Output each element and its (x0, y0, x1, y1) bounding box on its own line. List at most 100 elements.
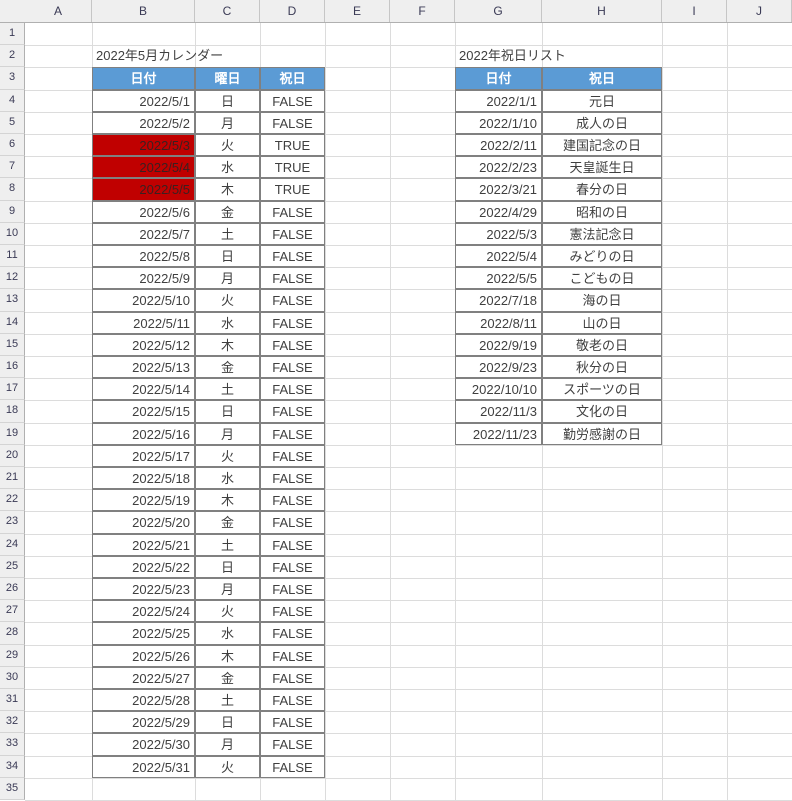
calendar-weekday-cell[interactable]: 火 (195, 600, 260, 623)
holiday-name-cell[interactable]: 天皇誕生日 (542, 156, 662, 179)
holiday-name-cell[interactable]: スポーツの日 (542, 378, 662, 401)
row-header-12[interactable]: 12 (0, 267, 25, 290)
calendar-holiday-flag-cell[interactable]: FALSE (260, 356, 325, 379)
holiday-name-cell[interactable]: 元日 (542, 89, 662, 112)
holiday-name-cell[interactable]: 勤労感謝の日 (542, 422, 662, 445)
row-header-5[interactable]: 5 (0, 111, 25, 134)
calendar-weekday-cell[interactable]: 木 (195, 489, 260, 512)
holiday-list-title[interactable]: 2022年祝日リスト (455, 45, 662, 67)
calendar-weekday-cell[interactable]: 火 (195, 134, 260, 157)
row-header-28[interactable]: 28 (0, 622, 25, 645)
calendar-weekday-cell[interactable]: 日 (195, 555, 260, 578)
column-header-i[interactable]: I (662, 0, 727, 22)
holiday-header-name[interactable]: 祝日 (542, 67, 662, 90)
calendar-holiday-flag-cell[interactable]: FALSE (260, 289, 325, 312)
calendar-holiday-flag-cell[interactable]: FALSE (260, 267, 325, 290)
holiday-header-date[interactable]: 日付 (455, 67, 542, 90)
calendar-weekday-cell[interactable]: 月 (195, 733, 260, 756)
calendar-weekday-cell[interactable]: 水 (195, 622, 260, 645)
row-header-26[interactable]: 26 (0, 578, 25, 601)
calendar-date-cell[interactable]: 2022/5/21 (92, 533, 195, 556)
row-header-6[interactable]: 6 (0, 134, 25, 157)
row-header-14[interactable]: 14 (0, 311, 25, 334)
column-header-a[interactable]: A (25, 0, 92, 22)
calendar-weekday-cell[interactable]: 水 (195, 156, 260, 179)
calendar-holiday-flag-cell[interactable]: FALSE (260, 467, 325, 490)
holiday-name-cell[interactable]: こどもの日 (542, 267, 662, 290)
calendar-date-cell[interactable]: 2022/5/11 (92, 311, 195, 334)
holiday-name-cell[interactable]: 秋分の日 (542, 356, 662, 379)
calendar-date-cell[interactable]: 2022/5/28 (92, 689, 195, 712)
calendar-weekday-cell[interactable]: 日 (195, 711, 260, 734)
calendar-date-cell[interactable]: 2022/5/5 (92, 178, 195, 201)
calendar-header-date[interactable]: 日付 (92, 67, 195, 90)
calendar-date-cell[interactable]: 2022/5/23 (92, 578, 195, 601)
calendar-date-cell[interactable]: 2022/5/29 (92, 711, 195, 734)
row-header-24[interactable]: 24 (0, 533, 25, 556)
calendar-date-cell[interactable]: 2022/5/13 (92, 356, 195, 379)
calendar-date-cell[interactable]: 2022/5/7 (92, 222, 195, 245)
holiday-date-cell[interactable]: 2022/7/18 (455, 289, 542, 312)
row-header-3[interactable]: 3 (0, 67, 25, 90)
calendar-date-cell[interactable]: 2022/5/27 (92, 666, 195, 689)
column-header-g[interactable]: G (455, 0, 542, 22)
holiday-name-cell[interactable]: 山の日 (542, 311, 662, 334)
column-header-c[interactable]: C (195, 0, 260, 22)
calendar-date-cell[interactable]: 2022/5/3 (92, 134, 195, 157)
calendar-holiday-flag-cell[interactable]: FALSE (260, 622, 325, 645)
holiday-date-cell[interactable]: 2022/5/3 (455, 222, 542, 245)
calendar-date-cell[interactable]: 2022/5/31 (92, 755, 195, 778)
row-header-23[interactable]: 23 (0, 511, 25, 534)
calendar-date-cell[interactable]: 2022/5/18 (92, 467, 195, 490)
calendar-holiday-flag-cell[interactable]: TRUE (260, 134, 325, 157)
calendar-weekday-cell[interactable]: 月 (195, 578, 260, 601)
calendar-holiday-flag-cell[interactable]: FALSE (260, 489, 325, 512)
calendar-weekday-cell[interactable]: 水 (195, 467, 260, 490)
calendar-holiday-flag-cell[interactable]: FALSE (260, 200, 325, 223)
row-header-27[interactable]: 27 (0, 600, 25, 623)
calendar-weekday-cell[interactable]: 月 (195, 111, 260, 134)
row-header-16[interactable]: 16 (0, 356, 25, 379)
calendar-holiday-flag-cell[interactable]: FALSE (260, 511, 325, 534)
calendar-weekday-cell[interactable]: 土 (195, 378, 260, 401)
row-header-13[interactable]: 13 (0, 289, 25, 312)
calendar-holiday-flag-cell[interactable]: FALSE (260, 666, 325, 689)
row-header-33[interactable]: 33 (0, 733, 25, 756)
calendar-weekday-cell[interactable]: 月 (195, 422, 260, 445)
calendar-holiday-flag-cell[interactable]: TRUE (260, 178, 325, 201)
calendar-date-cell[interactable]: 2022/5/6 (92, 200, 195, 223)
calendar-weekday-cell[interactable]: 木 (195, 333, 260, 356)
row-header-31[interactable]: 31 (0, 689, 25, 712)
row-header-11[interactable]: 11 (0, 245, 25, 268)
row-header-15[interactable]: 15 (0, 333, 25, 356)
calendar-weekday-cell[interactable]: 木 (195, 644, 260, 667)
calendar-date-cell[interactable]: 2022/5/4 (92, 156, 195, 179)
calendar-holiday-flag-cell[interactable]: FALSE (260, 644, 325, 667)
column-header-e[interactable]: E (325, 0, 390, 22)
calendar-date-cell[interactable]: 2022/5/16 (92, 422, 195, 445)
holiday-date-cell[interactable]: 2022/5/5 (455, 267, 542, 290)
row-header-35[interactable]: 35 (0, 777, 25, 800)
row-header-34[interactable]: 34 (0, 755, 25, 778)
calendar-weekday-cell[interactable]: 日 (195, 400, 260, 423)
calendar-holiday-flag-cell[interactable]: FALSE (260, 89, 325, 112)
calendar-date-cell[interactable]: 2022/5/9 (92, 267, 195, 290)
holiday-name-cell[interactable]: 春分の日 (542, 178, 662, 201)
holiday-date-cell[interactable]: 2022/11/23 (455, 422, 542, 445)
calendar-date-cell[interactable]: 2022/5/2 (92, 111, 195, 134)
calendar-weekday-cell[interactable]: 日 (195, 89, 260, 112)
holiday-name-cell[interactable]: 文化の日 (542, 400, 662, 423)
calendar-weekday-cell[interactable]: 金 (195, 666, 260, 689)
holiday-date-cell[interactable]: 2022/8/11 (455, 311, 542, 334)
calendar-header-weekday[interactable]: 曜日 (195, 67, 260, 90)
row-header-30[interactable]: 30 (0, 666, 25, 689)
calendar-holiday-flag-cell[interactable]: TRUE (260, 156, 325, 179)
calendar-title[interactable]: 2022年5月カレンダー (92, 45, 260, 67)
row-header-2[interactable]: 2 (0, 45, 25, 68)
row-header-17[interactable]: 17 (0, 378, 25, 401)
column-header-d[interactable]: D (260, 0, 325, 22)
column-header-h[interactable]: H (542, 0, 662, 22)
calendar-holiday-flag-cell[interactable]: FALSE (260, 733, 325, 756)
calendar-date-cell[interactable]: 2022/5/10 (92, 289, 195, 312)
row-header-9[interactable]: 9 (0, 200, 25, 223)
